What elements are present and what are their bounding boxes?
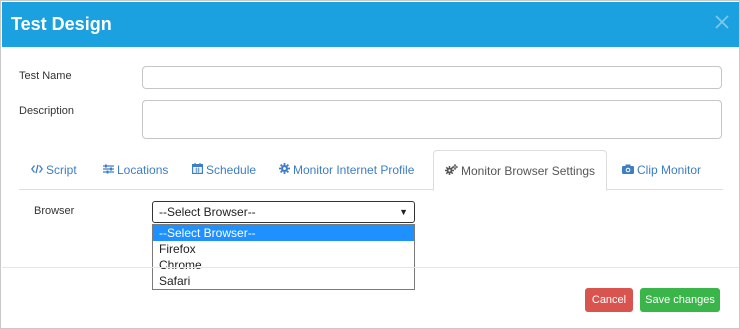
close-icon[interactable] — [715, 14, 731, 32]
footer-divider — [2, 267, 739, 268]
sliders-icon — [103, 150, 114, 190]
tab-label: Clip Monitor — [637, 163, 702, 177]
description-textarea[interactable] — [142, 100, 722, 139]
tab-bar: Script Locations Schedule Monitor Intern… — [19, 150, 723, 191]
save-changes-button[interactable]: Save changes — [640, 288, 720, 312]
modal-title: Test Design — [11, 14, 112, 34]
option-chrome[interactable]: Chrome — [153, 257, 414, 273]
code-icon — [30, 150, 44, 190]
tab-clip-monitor[interactable]: Clip Monitor — [622, 150, 701, 190]
tab-label: Locations — [117, 163, 169, 177]
dropdown-arrow-icon: ▼ — [399, 207, 408, 217]
calendar-icon — [192, 150, 204, 190]
tab-label: Monitor Internet Profile — [293, 163, 415, 177]
tab-schedule[interactable]: Schedule — [192, 150, 256, 190]
gears-icon — [445, 151, 458, 191]
tab-script[interactable]: Script — [30, 150, 77, 190]
cancel-button[interactable]: Cancel — [585, 288, 633, 312]
browser-select-value: --Select Browser-- — [159, 205, 256, 219]
description-label: Description — [19, 105, 75, 117]
test-design-modal: Test Design Test Name Description Script… — [0, 0, 740, 329]
tab-monitor-internet-profile[interactable]: Monitor Internet Profile — [279, 150, 414, 190]
gear-icon — [279, 150, 290, 190]
option-safari[interactable]: Safari — [153, 273, 414, 289]
tab-label: Monitor Browser Settings — [461, 164, 596, 178]
browser-select[interactable]: --Select Browser-- ▼ — [152, 201, 415, 223]
test-name-label: Test Name — [19, 70, 72, 82]
camera-icon — [622, 150, 634, 190]
browser-options-list: --Select Browser-- Firefox Chrome Safari — [152, 224, 415, 290]
tab-label: Script — [46, 163, 77, 177]
browser-label: Browser — [34, 205, 75, 217]
option-select-browser[interactable]: --Select Browser-- — [153, 225, 414, 241]
tab-label: Schedule — [206, 163, 257, 177]
tab-locations[interactable]: Locations — [103, 150, 168, 190]
modal-header: Test Design — [2, 2, 739, 47]
option-firefox[interactable]: Firefox — [153, 241, 414, 257]
tab-monitor-browser-settings[interactable]: Monitor Browser Settings — [433, 150, 608, 191]
test-name-input[interactable] — [142, 66, 722, 89]
